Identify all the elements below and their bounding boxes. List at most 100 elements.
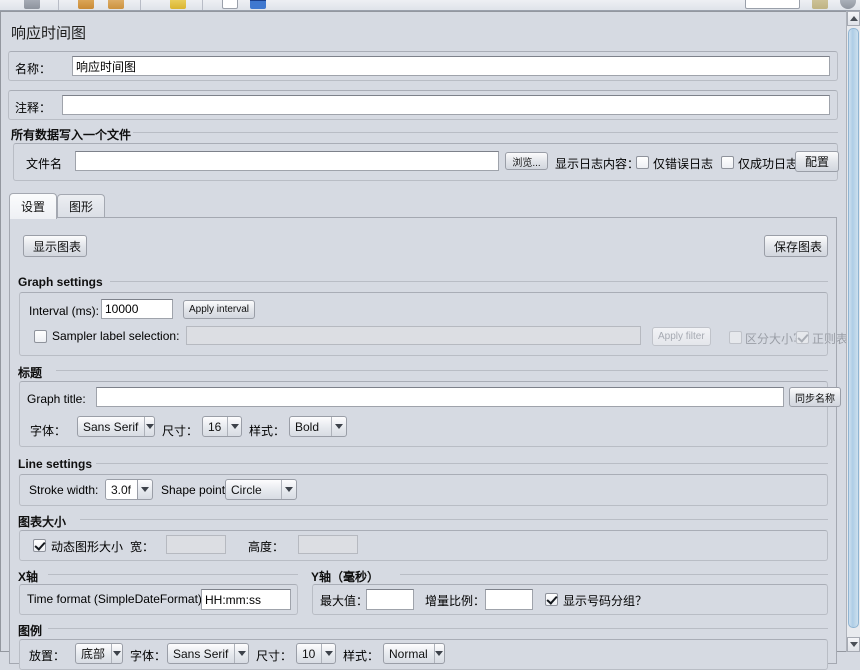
y-axis-legend: Y轴（毫秒） (311, 570, 380, 584)
legend-font-value: Sans Serif (173, 646, 229, 661)
dynamic-size-checkbox[interactable] (33, 539, 46, 552)
chevron-down-icon (433, 644, 444, 663)
title-style-value: Bold (295, 419, 320, 434)
graph-settings-legend: Graph settings (18, 275, 103, 289)
stop-icon[interactable] (250, 0, 266, 9)
legend-group-panel: 放置： 底部 字体： Sans Serif 尺寸： 10 样式： Normal (19, 639, 828, 670)
legend-font-combo[interactable]: Sans Serif (167, 643, 249, 664)
chevron-down-icon (138, 480, 152, 499)
comment-input[interactable] (62, 95, 830, 115)
x-axis-legend: X轴 (18, 570, 39, 584)
case-sensitive-checkbox[interactable] (729, 331, 742, 344)
name-input[interactable] (72, 56, 830, 76)
legend-group-legend: 图例 (18, 624, 43, 638)
legend-size-value: 10 (302, 646, 316, 661)
title-style-combo[interactable]: Bold (289, 416, 347, 437)
file-group-legend: 所有数据写入一个文件 (11, 128, 132, 142)
title-group-divider (56, 370, 828, 371)
open-icon[interactable] (78, 0, 94, 9)
tab-graph-label: 图形 (68, 200, 93, 214)
shape-point-value: Circle (231, 482, 262, 497)
errors-only-label: 仅错误日志 (653, 157, 714, 171)
y-increment-input[interactable] (485, 589, 533, 610)
title-group-panel: Graph title: 同步名称 字体： Sans Serif 尺寸： 16 … (19, 381, 841, 447)
chevron-down-icon (144, 417, 154, 436)
graph-settings-panel: Interval (ms): Apply interval Sampler la… (19, 292, 860, 356)
save-icon[interactable] (24, 0, 40, 9)
regex-checkbox[interactable] (796, 331, 809, 344)
tab-graph[interactable]: 图形 (57, 194, 105, 218)
title-size-value: 16 (208, 419, 222, 434)
chart-size-legend: 图表大小 (18, 515, 67, 529)
sampler-label-selection-label: Sampler label selection: (52, 329, 180, 343)
y-max-input[interactable] (366, 589, 414, 610)
y-axis-divider (400, 574, 828, 575)
save-graph-button[interactable]: 保存图表 (764, 235, 828, 257)
errors-only-checkbox[interactable] (636, 156, 649, 169)
interval-input[interactable] (101, 299, 173, 319)
legend-style-value: Normal (389, 646, 428, 661)
interval-label: Interval (ms): (29, 304, 100, 318)
number-grouping-checkbox[interactable] (545, 593, 558, 606)
help-icon[interactable] (840, 0, 856, 9)
filename-label: 文件名 (26, 157, 63, 171)
chart-width-label: 宽： (130, 540, 155, 554)
y-max-label: 最大值： (320, 594, 369, 608)
start-icon[interactable] (222, 0, 238, 9)
search-icon[interactable] (745, 0, 800, 9)
title-size-combo[interactable]: 16 (202, 416, 242, 437)
warning-icon[interactable] (812, 0, 828, 9)
application-toolbar[interactable] (0, 0, 860, 11)
apply-filter-button[interactable]: Apply filter (652, 327, 711, 346)
y-axis-panel: 最大值： 增量比例： 显示号码分组？ (312, 584, 828, 615)
tab-settings[interactable]: 设置 (9, 193, 57, 219)
configure-button[interactable]: 配置 (795, 151, 840, 172)
line-settings-divider (96, 463, 828, 464)
legend-placement-combo[interactable]: 底部 (75, 643, 123, 664)
chevron-down-icon (321, 644, 335, 663)
title-font-combo[interactable]: Sans Serif (77, 416, 155, 437)
chevron-down-icon (111, 644, 122, 663)
toolbar-separator (202, 0, 203, 10)
chart-width-input[interactable] (166, 535, 226, 554)
tab-settings-label: 设置 (20, 200, 45, 214)
display-graph-button[interactable]: 显示图表 (23, 235, 87, 257)
scroll-up-button[interactable] (847, 11, 860, 26)
legend-size-label: 尺寸： (256, 649, 293, 663)
success-only-label: 仅成功日志 (738, 157, 799, 171)
legend-style-label: 样式： (343, 649, 380, 663)
shape-point-label: Shape point: (161, 483, 229, 497)
browse-button[interactable]: 浏览... (505, 152, 548, 170)
legend-placement-value: 底部 (81, 647, 106, 661)
filename-input[interactable] (75, 151, 499, 171)
scroll-down-button[interactable] (847, 637, 860, 652)
sampler-filter-input[interactable] (186, 326, 641, 345)
legend-group-divider (48, 628, 828, 629)
shape-point-combo[interactable]: Circle (225, 479, 297, 500)
apply-interval-button[interactable]: Apply interval (183, 300, 256, 319)
name-label: 名称： (15, 62, 52, 76)
copy-icon[interactable] (108, 0, 124, 9)
toolbar-separator (140, 0, 141, 10)
success-only-checkbox[interactable] (721, 156, 734, 169)
chevron-down-icon (227, 417, 241, 436)
legend-size-combo[interactable]: 10 (296, 643, 336, 664)
clear-icon[interactable] (170, 0, 186, 9)
time-format-input[interactable] (201, 589, 291, 610)
time-format-label: Time format (SimpleDateFormat): (27, 592, 206, 606)
response-time-graph-panel: 响应时间图 名称： 注释： 所有数据写入一个文件 文件名 浏览... 显示日志内… (0, 11, 860, 670)
legend-font-label: 字体： (130, 649, 167, 663)
chart-height-input[interactable] (298, 535, 358, 554)
stroke-width-combo[interactable]: 3.0f (105, 479, 153, 500)
chevron-down-icon (849, 642, 858, 647)
dynamic-size-label: 动态图形大小 (51, 540, 124, 554)
legend-style-combo[interactable]: Normal (383, 643, 445, 664)
sampler-label-selection-checkbox[interactable] (34, 330, 47, 343)
comment-label: 注释： (15, 101, 52, 115)
sync-name-button[interactable]: 同步名称 (789, 387, 841, 407)
graph-title-input[interactable] (96, 387, 784, 407)
scrollbar-thumb[interactable] (848, 28, 859, 628)
vertical-scrollbar[interactable] (846, 11, 860, 652)
tab-strip[interactable]: 设置 图形 (9, 193, 837, 219)
legend-placement-label: 放置： (29, 649, 66, 663)
